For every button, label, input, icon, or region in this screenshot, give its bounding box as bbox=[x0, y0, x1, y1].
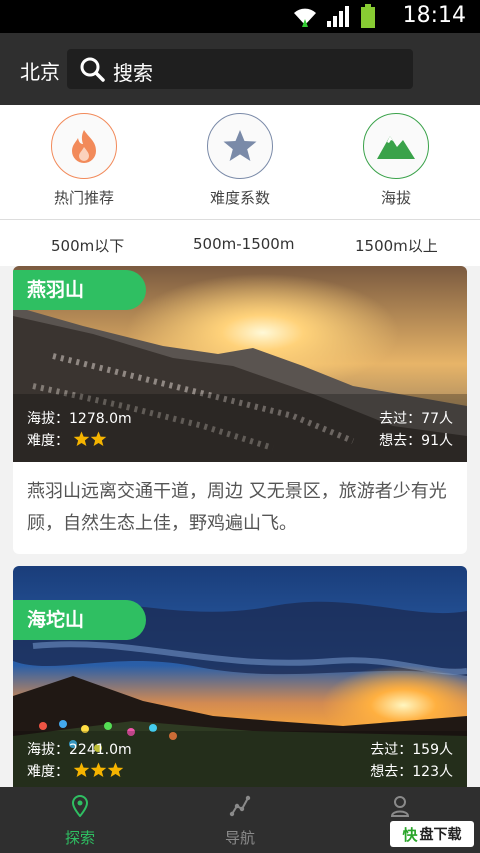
altitude-option-mid[interactable]: 500m-1500m bbox=[193, 235, 294, 253]
filter-hot-label: 热门推荐 bbox=[53, 189, 114, 207]
star-icon bbox=[74, 762, 90, 778]
category-filters: 热门推荐 难度系数 海拔 bbox=[0, 105, 480, 220]
altitude-text: 海拔：2241.0m bbox=[27, 742, 132, 758]
mountain-name-tag: 燕羽山 bbox=[13, 270, 146, 310]
search-input[interactable]: 搜索 bbox=[67, 49, 413, 89]
filter-altitude[interactable]: 海拔 bbox=[316, 113, 476, 208]
difficulty-row: 难度： bbox=[27, 430, 107, 451]
filter-altitude-circle bbox=[363, 113, 429, 179]
status-time: 18:14 bbox=[402, 3, 466, 28]
difficulty-row: 难度： bbox=[27, 761, 124, 782]
nav-explore[interactable]: 探索 bbox=[0, 794, 160, 848]
card-photo: 燕羽山 海拔：1278.0m 难度： 去过：77人 想去：91人 bbox=[13, 266, 467, 462]
filter-difficulty[interactable]: 难度系数 bbox=[160, 113, 320, 208]
watermark-part1: 快 bbox=[402, 825, 418, 844]
search-icon bbox=[80, 57, 105, 82]
nav-navigation[interactable]: 导航 bbox=[160, 795, 320, 848]
star-icon bbox=[91, 431, 107, 447]
mountain-card-haituo[interactable]: 海坨山 海拔：2241.0m 难度： 去过：159人 想去：123人 bbox=[13, 566, 467, 787]
watermark-part2: 盘下载 bbox=[419, 827, 462, 843]
star-icon bbox=[74, 431, 90, 447]
mountain-icon bbox=[377, 136, 415, 159]
header: 北京 搜索 bbox=[0, 33, 480, 105]
visited-count: 去过：77人 bbox=[379, 411, 453, 427]
search-placeholder: 搜索 bbox=[113, 61, 153, 85]
fire-icon bbox=[72, 130, 96, 163]
watermark-logo: 快 盘下载 bbox=[390, 821, 474, 847]
bottom-nav: 探索 导航 我 快 盘下载 bbox=[0, 787, 480, 853]
status-bar: 18:14 bbox=[0, 0, 480, 33]
person-icon bbox=[390, 796, 410, 817]
difficulty-label: 难度： bbox=[27, 433, 69, 449]
altitude-option-low[interactable]: 500m以下 bbox=[51, 235, 124, 256]
city-selector[interactable]: 北京 bbox=[20, 56, 60, 85]
difficulty-stars bbox=[73, 762, 124, 782]
filter-hot-circle bbox=[51, 113, 117, 179]
difficulty-stars bbox=[73, 431, 107, 451]
star-icon bbox=[108, 762, 124, 778]
mountain-card-yanyu[interactable]: 燕羽山 海拔：1278.0m 难度： 去过：77人 想去：91人 燕羽山远离交通… bbox=[13, 266, 467, 554]
visited-count: 去过：159人 bbox=[370, 742, 453, 758]
nav-explore-label: 探索 bbox=[64, 829, 95, 847]
filter-difficulty-circle bbox=[207, 113, 273, 179]
want-count: 想去：91人 bbox=[379, 433, 453, 449]
altitude-option-high[interactable]: 1500m以上 bbox=[355, 235, 438, 256]
star-icon bbox=[91, 762, 107, 778]
nav-navigation-label: 导航 bbox=[224, 829, 255, 847]
wifi-icon bbox=[294, 8, 316, 27]
want-count: 想去：123人 bbox=[370, 764, 453, 780]
altitude-options: 500m以下 500m-1500m 1500m以上 bbox=[0, 220, 480, 266]
route-icon bbox=[229, 795, 251, 817]
location-pin-icon bbox=[71, 794, 89, 818]
mountain-name-tag: 海坨山 bbox=[13, 600, 146, 640]
difficulty-label: 难度： bbox=[27, 764, 69, 780]
star-icon bbox=[223, 130, 257, 161]
status-icons bbox=[292, 4, 376, 28]
filter-hot[interactable]: 热门推荐 bbox=[4, 113, 164, 208]
card-photo: 海坨山 海拔：2241.0m 难度： 去过：159人 想去：123人 bbox=[13, 566, 467, 787]
filter-altitude-label: 海拔 bbox=[380, 189, 411, 207]
signal-icon bbox=[327, 6, 349, 27]
altitude-text: 海拔：1278.0m bbox=[27, 411, 132, 427]
battery-icon bbox=[361, 4, 375, 28]
card-description: 燕羽山远离交通干道，周边 又无景区，旅游者少有光顾，自然生态上佳，野鸡遍山飞。 bbox=[27, 481, 447, 534]
filter-difficulty-label: 难度系数 bbox=[209, 189, 270, 207]
